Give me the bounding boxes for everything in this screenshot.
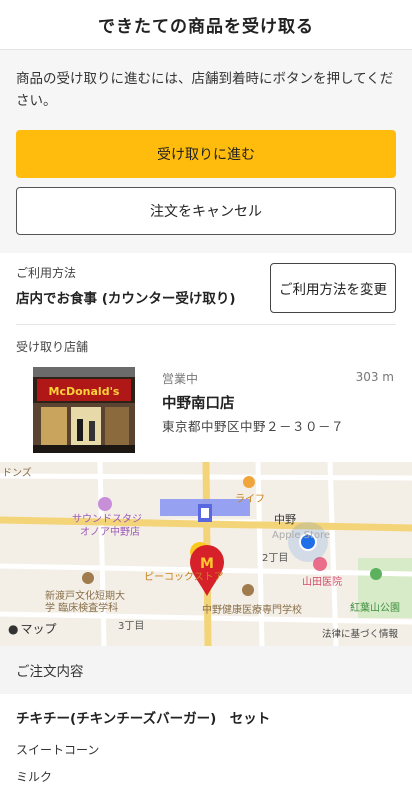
map-label-koyosan: 紅葉山公園 bbox=[350, 603, 400, 614]
order-item-side: スイートコーン bbox=[16, 743, 100, 757]
page-header: できたての商品を受け取る bbox=[0, 0, 412, 50]
usage-method-section: ご利用方法 店内でお食事 (カウンター受け取り) ご利用方法を変更 bbox=[16, 253, 396, 325]
order-item-drink: ミルク bbox=[16, 770, 53, 784]
store-status: 営業中 bbox=[162, 372, 199, 386]
map-label-top-left: ドンズ bbox=[2, 468, 32, 479]
map-label-shintoko-2: 学 臨床検査学科 bbox=[45, 603, 119, 614]
map-label-sanchome: 3丁目 bbox=[118, 621, 145, 632]
map-label-nichome: 2丁目 bbox=[262, 553, 289, 564]
map-label-life: ライフ bbox=[235, 494, 265, 505]
proceed-to-pickup-button[interactable]: 受け取りに進む bbox=[16, 130, 396, 178]
usage-method-label: ご利用方法 bbox=[16, 266, 77, 280]
map-label-kenkou: 中野健康医療専門学校 bbox=[202, 605, 302, 616]
apple-maps-logo: ● マップ bbox=[8, 620, 57, 637]
store-photo-sign: McDonald's bbox=[49, 385, 120, 398]
map-label-yamada: 山田医院 bbox=[302, 577, 342, 588]
usage-method-value: 店内でお食事 (カウンター受け取り) bbox=[16, 291, 236, 307]
page-title: できたての商品を受け取る bbox=[98, 17, 314, 37]
store-map[interactable]: M ドンズ サウンドスタジ オノア中野店 ライフ 中野 Apple Store … bbox=[0, 462, 412, 646]
apple-maps-label: マップ bbox=[20, 622, 57, 636]
apple-icon: ● bbox=[8, 621, 19, 636]
store-photo: McDonald's bbox=[33, 367, 135, 453]
order-details-header: ご注文内容 bbox=[0, 646, 412, 694]
store-name: 中野南口店 bbox=[162, 396, 235, 412]
pickup-store-section: 受け取り店舗 McDonald's 営業中 303 m 中野南口店 東京都中野区… bbox=[16, 325, 396, 453]
cancel-order-button[interactable]: 注文をキャンセル bbox=[16, 187, 396, 235]
map-background: M bbox=[0, 462, 412, 646]
order-item-title: チキチー(チキンチーズバーガー) セット bbox=[16, 711, 271, 727]
map-label-peacock: ピーコックストア bbox=[144, 572, 224, 583]
pickup-panel: 商品の受け取りに進むには、店舗到着時にボタンを押してください。 受け取りに進む … bbox=[0, 50, 412, 253]
pickup-store-label: 受け取り店舗 bbox=[16, 340, 89, 354]
pickup-instructions: 商品の受け取りに進むには、店舗到着時にボタンを押してください。 bbox=[16, 71, 394, 109]
map-label-apple-store: Apple Store bbox=[272, 530, 331, 541]
map-label-sound-studio-2: オノア中野店 bbox=[80, 527, 140, 538]
change-usage-method-button[interactable]: ご利用方法を変更 bbox=[270, 263, 396, 313]
map-label-nakano: 中野 bbox=[274, 513, 296, 526]
store-distance: 303 m bbox=[355, 370, 394, 384]
map-legal-link[interactable]: 法律に基づく情報 bbox=[322, 626, 398, 640]
store-address: 東京都中野区中野２－３０－７ bbox=[162, 419, 345, 434]
